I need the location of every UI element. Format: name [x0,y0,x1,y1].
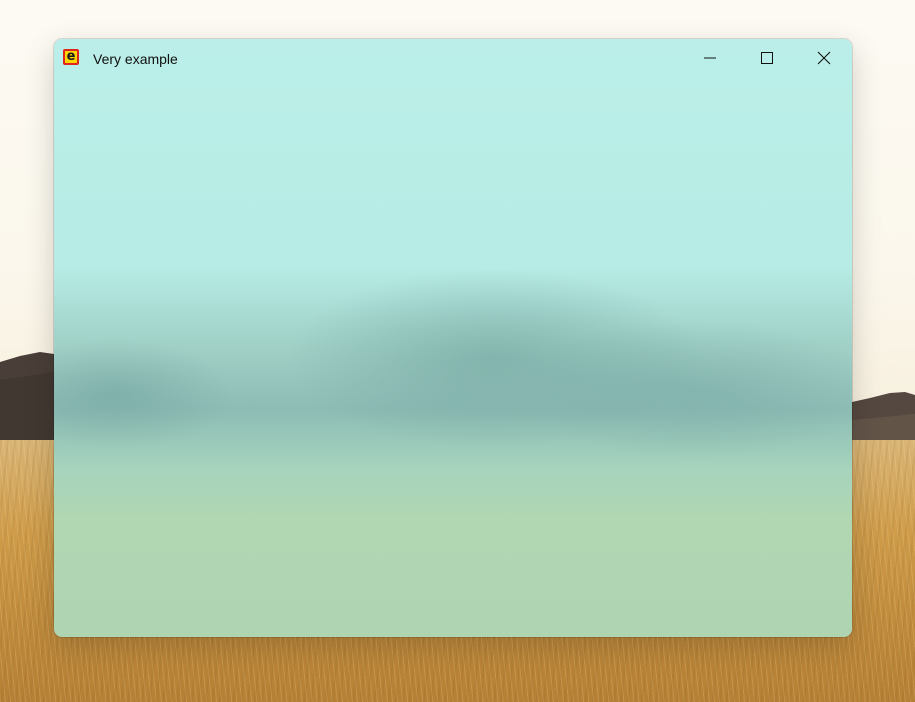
app-icon-glyph: e [66,48,76,64]
maximize-icon [761,52,773,64]
title-bar[interactable]: e Very example [54,39,852,79]
maximize-button[interactable] [744,39,790,77]
minimize-icon [704,57,716,59]
close-button[interactable] [801,39,847,77]
app-icon: e [63,49,79,65]
app-window: e Very example [54,39,852,637]
minimize-button[interactable] [687,39,733,77]
window-client-area [54,79,852,637]
close-icon [817,51,831,65]
window-title: Very example [93,51,178,67]
